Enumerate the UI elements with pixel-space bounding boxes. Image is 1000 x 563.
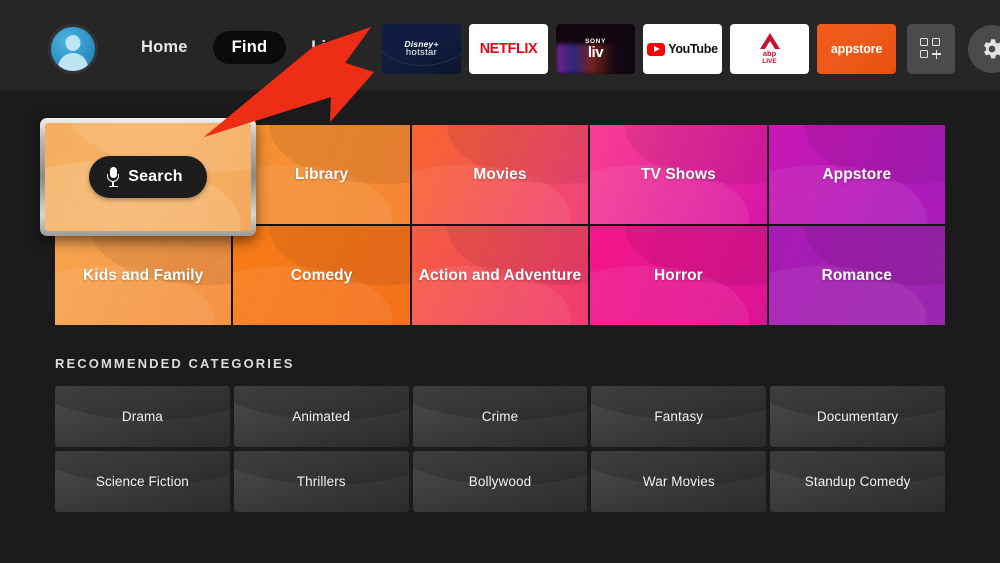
hotstar-line2: hotstar	[405, 47, 438, 59]
category-tile-tv-shows[interactable]: TV Shows	[590, 125, 767, 224]
netflix-wordmark: NETFLIX	[479, 41, 538, 57]
app-tile-abp-live[interactable]: abp LIVE	[730, 24, 809, 74]
category-tile-library[interactable]: Library	[233, 125, 410, 224]
appstore-wordmark: appstore	[830, 42, 883, 56]
nav-items: Home Find Live	[122, 31, 364, 64]
category-tile-comedy[interactable]: Comedy	[233, 226, 410, 325]
microphone-icon	[107, 167, 120, 188]
abp-live-label: LIVE	[762, 58, 777, 66]
abp-arrow-icon	[759, 32, 780, 49]
app-tile-disney-hotstar[interactable]: Disney+ hotstar	[382, 24, 461, 74]
recommended-label: Animated	[292, 409, 351, 424]
search-tile-focus-ring: Search	[40, 118, 256, 236]
search-tile[interactable]: Search	[45, 123, 251, 231]
app-tile-youtube[interactable]: YouTube	[643, 24, 722, 74]
recommended-tile-standup-comedy[interactable]: Standup Comedy	[770, 451, 945, 512]
avatar	[51, 27, 95, 71]
app-tile-appstore[interactable]: appstore	[817, 24, 896, 74]
hotstar-line1: Disney+	[404, 38, 439, 49]
recommended-label: Drama	[121, 409, 163, 424]
category-label: Appstore	[822, 165, 892, 183]
recommended-label: War Movies	[642, 474, 715, 489]
app-tile-sony-liv[interactable]: SONY liv	[556, 24, 635, 74]
recommended-tile-drama[interactable]: Drama	[55, 386, 230, 447]
category-tile-kids-and-family[interactable]: Kids and Family	[55, 226, 232, 325]
nav-item-find[interactable]: Find	[212, 31, 287, 64]
category-tile-horror[interactable]: Horror	[590, 226, 767, 325]
category-tile-action-and-adventure[interactable]: Action and Adventure	[411, 226, 589, 325]
recommended-tile-fantasy[interactable]: Fantasy	[591, 386, 767, 447]
gear-icon[interactable]	[968, 25, 1000, 73]
category-label: Horror	[653, 266, 703, 284]
recommended-categories-heading: RECOMMENDED CATEGORIES	[55, 356, 295, 371]
recommended-label: Documentary	[816, 409, 899, 424]
recommended-label: Science Fiction	[95, 474, 189, 489]
recommended-label: Fantasy	[654, 409, 704, 424]
firetv-find-screen: Home Find Live Disney+ hotstar NETFLIX S…	[0, 0, 1000, 563]
category-label: Romance	[821, 266, 893, 284]
nav-item-live[interactable]: Live	[292, 31, 364, 64]
category-label: Action and Adventure	[418, 266, 582, 284]
app-shortcut-tiles: Disney+ hotstar NETFLIX SONY liv YouTube…	[382, 24, 1000, 74]
recommended-tile-bollywood[interactable]: Bollywood	[412, 451, 588, 512]
app-tile-netflix[interactable]: NETFLIX	[469, 24, 548, 74]
liv-wordmark: liv	[587, 44, 604, 61]
youtube-wordmark: YouTube	[668, 42, 718, 56]
recommended-tile-war-movies[interactable]: War Movies	[591, 451, 767, 512]
category-label: Library	[294, 165, 349, 183]
category-label: Comedy	[290, 266, 353, 284]
category-label: TV Shows	[640, 165, 716, 183]
recommended-label: Crime	[481, 409, 519, 424]
abp-wordmark: abp	[762, 48, 777, 58]
recommended-tile-science-fiction[interactable]: Science Fiction	[55, 451, 230, 512]
recommended-tile-animated[interactable]: Animated	[233, 386, 409, 447]
category-tile-movies[interactable]: Movies	[411, 125, 589, 224]
top-navigation-bar: Home Find Live Disney+ hotstar NETFLIX S…	[0, 0, 1000, 90]
recommended-tile-crime[interactable]: Crime	[412, 386, 588, 447]
recommended-label: Bollywood	[468, 474, 532, 489]
recommended-tile-thrillers[interactable]: Thrillers	[233, 451, 409, 512]
nav-item-home[interactable]: Home	[122, 31, 207, 64]
youtube-play-icon	[647, 42, 666, 56]
search-label: Search	[128, 168, 183, 185]
category-tile-appstore[interactable]: Appstore	[768, 125, 945, 224]
recommended-tile-documentary[interactable]: Documentary	[770, 386, 945, 447]
apps-grid-plus-icon[interactable]	[907, 24, 955, 74]
category-label: Movies	[473, 165, 527, 183]
recommended-label: Thrillers	[296, 474, 346, 489]
grid-glyph	[920, 38, 942, 60]
profile-avatar-button[interactable]	[48, 24, 98, 74]
search-button[interactable]: Search	[89, 156, 207, 198]
recommended-categories-grid: Drama Animated Crime Fantasy Documentary…	[55, 386, 945, 512]
recommended-label: Standup Comedy	[804, 474, 911, 489]
category-tile-romance[interactable]: Romance	[768, 226, 945, 325]
category-label: Kids and Family	[83, 266, 204, 284]
